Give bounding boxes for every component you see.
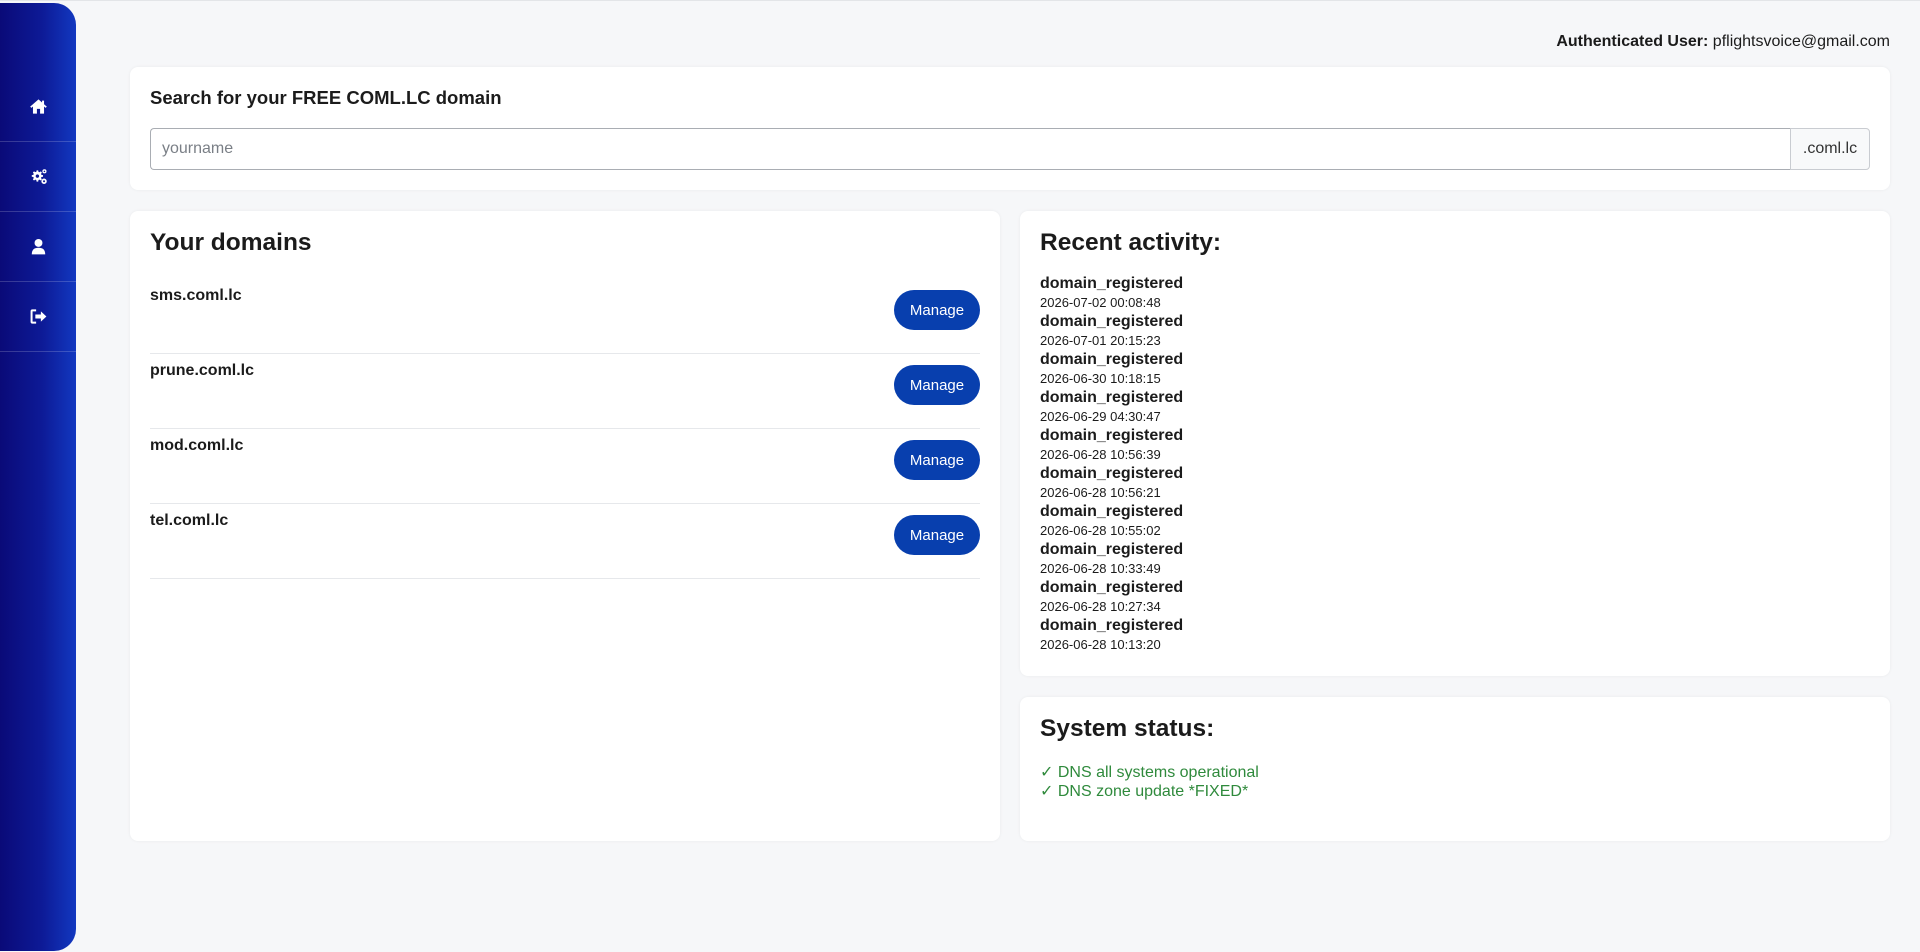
recent-activity-card: Recent activity: domain_registered 2026-… <box>1020 211 1890 676</box>
activity-item: domain_registered 2026-06-28 10:55:02 <box>1040 502 1183 540</box>
activity-time: 2026-07-01 20:15:23 <box>1040 333 1161 348</box>
activity-item: domain_registered 2026-06-30 10:18:15 <box>1040 350 1183 388</box>
activity-title: Recent activity: <box>1040 229 1222 256</box>
domain-suffix: .coml.lc <box>1790 128 1870 170</box>
sidebar <box>0 3 76 951</box>
activity-time: 2026-06-28 10:55:02 <box>1040 523 1161 538</box>
manage-button[interactable]: Manage <box>894 515 980 555</box>
domain-search-input[interactable] <box>150 128 1790 170</box>
status-title: System status: <box>1040 715 1215 742</box>
activity-type: domain_registered <box>1040 313 1184 330</box>
manage-button[interactable]: Manage <box>894 290 980 330</box>
authenticated-user: Authenticated User: pflightsvoice@gmail.… <box>1556 33 1890 51</box>
activity-type: domain_registered <box>1040 579 1184 596</box>
domains-title: Your domains <box>150 229 312 256</box>
activity-time: 2026-06-29 04:30:47 <box>1040 409 1161 424</box>
domain-row: tel.coml.lc Manage <box>150 504 980 579</box>
activity-item: domain_registered 2026-06-28 10:33:49 <box>1040 540 1183 578</box>
user-icon <box>31 238 45 255</box>
dashboard-page: Authenticated User: pflightsvoice@gmail.… <box>0 0 1920 952</box>
activity-time: 2026-07-02 00:08:48 <box>1040 295 1161 310</box>
activity-type: domain_registered <box>1040 465 1184 482</box>
domain-row: mod.coml.lc Manage <box>150 429 980 504</box>
activity-item: domain_registered 2026-06-29 04:30:47 <box>1040 388 1183 426</box>
status-item: ✓ DNS zone update *FIXED* <box>1040 783 1249 800</box>
activity-time: 2026-06-30 10:18:15 <box>1040 371 1161 386</box>
search-title: Search for your FREE COML.LC domain <box>150 87 502 108</box>
status-item: ✓ DNS all systems operational <box>1040 764 1259 781</box>
domain-name: prune.coml.lc <box>150 362 255 379</box>
domain-name: sms.coml.lc <box>150 287 242 304</box>
activity-item: domain_registered 2026-06-28 10:56:21 <box>1040 464 1183 502</box>
sidebar-item-home[interactable] <box>0 72 76 142</box>
activity-list: domain_registered 2026-07-02 00:08:48 do… <box>1040 274 1183 654</box>
search-group: .coml.lc <box>150 128 1870 170</box>
activity-time: 2026-06-28 10:56:21 <box>1040 485 1161 500</box>
domain-row: sms.coml.lc Manage <box>150 279 980 354</box>
activity-time: 2026-06-28 10:56:39 <box>1040 447 1161 462</box>
domain-name: tel.coml.lc <box>150 512 229 529</box>
activity-time: 2026-06-28 10:33:49 <box>1040 561 1161 576</box>
activity-type: domain_registered <box>1040 351 1184 368</box>
sidebar-item-settings[interactable] <box>0 142 76 212</box>
activity-type: domain_registered <box>1040 541 1184 558</box>
activity-type: domain_registered <box>1040 503 1184 520</box>
domain-search-card: Search for your FREE COML.LC domain .com… <box>130 67 1890 190</box>
domain-list: sms.coml.lc Manage prune.coml.lc Manage … <box>150 279 980 579</box>
sign-out-icon <box>30 309 46 324</box>
activity-time: 2026-06-28 10:13:20 <box>1040 637 1161 652</box>
activity-item: domain_registered 2026-07-01 20:15:23 <box>1040 312 1183 350</box>
system-status-card: System status: ✓ DNS all systems operati… <box>1020 697 1890 841</box>
activity-type: domain_registered <box>1040 275 1184 292</box>
auth-label: Authenticated User: <box>1556 33 1709 50</box>
sidebar-item-logout[interactable] <box>0 282 76 352</box>
activity-item: domain_registered 2026-06-28 10:27:34 <box>1040 578 1183 616</box>
activity-time: 2026-06-28 10:27:34 <box>1040 599 1161 614</box>
gears-icon <box>31 169 47 184</box>
domain-name: mod.coml.lc <box>150 437 244 454</box>
activity-item: domain_registered 2026-06-28 10:13:20 <box>1040 616 1183 654</box>
activity-item: domain_registered 2026-07-02 00:08:48 <box>1040 274 1183 312</box>
activity-type: domain_registered <box>1040 389 1184 406</box>
sidebar-item-profile[interactable] <box>0 212 76 282</box>
manage-button[interactable]: Manage <box>894 440 980 480</box>
status-list: ✓ DNS all systems operational ✓ DNS zone… <box>1040 763 1259 801</box>
auth-email: pflightsvoice@gmail.com <box>1712 33 1890 50</box>
manage-button[interactable]: Manage <box>894 365 980 405</box>
activity-type: domain_registered <box>1040 427 1184 444</box>
activity-item: domain_registered 2026-06-28 10:56:39 <box>1040 426 1183 464</box>
activity-type: domain_registered <box>1040 617 1184 634</box>
domain-row: prune.coml.lc Manage <box>150 354 980 429</box>
home-icon <box>29 99 47 114</box>
your-domains-card: Your domains sms.coml.lc Manage prune.co… <box>130 211 1000 841</box>
